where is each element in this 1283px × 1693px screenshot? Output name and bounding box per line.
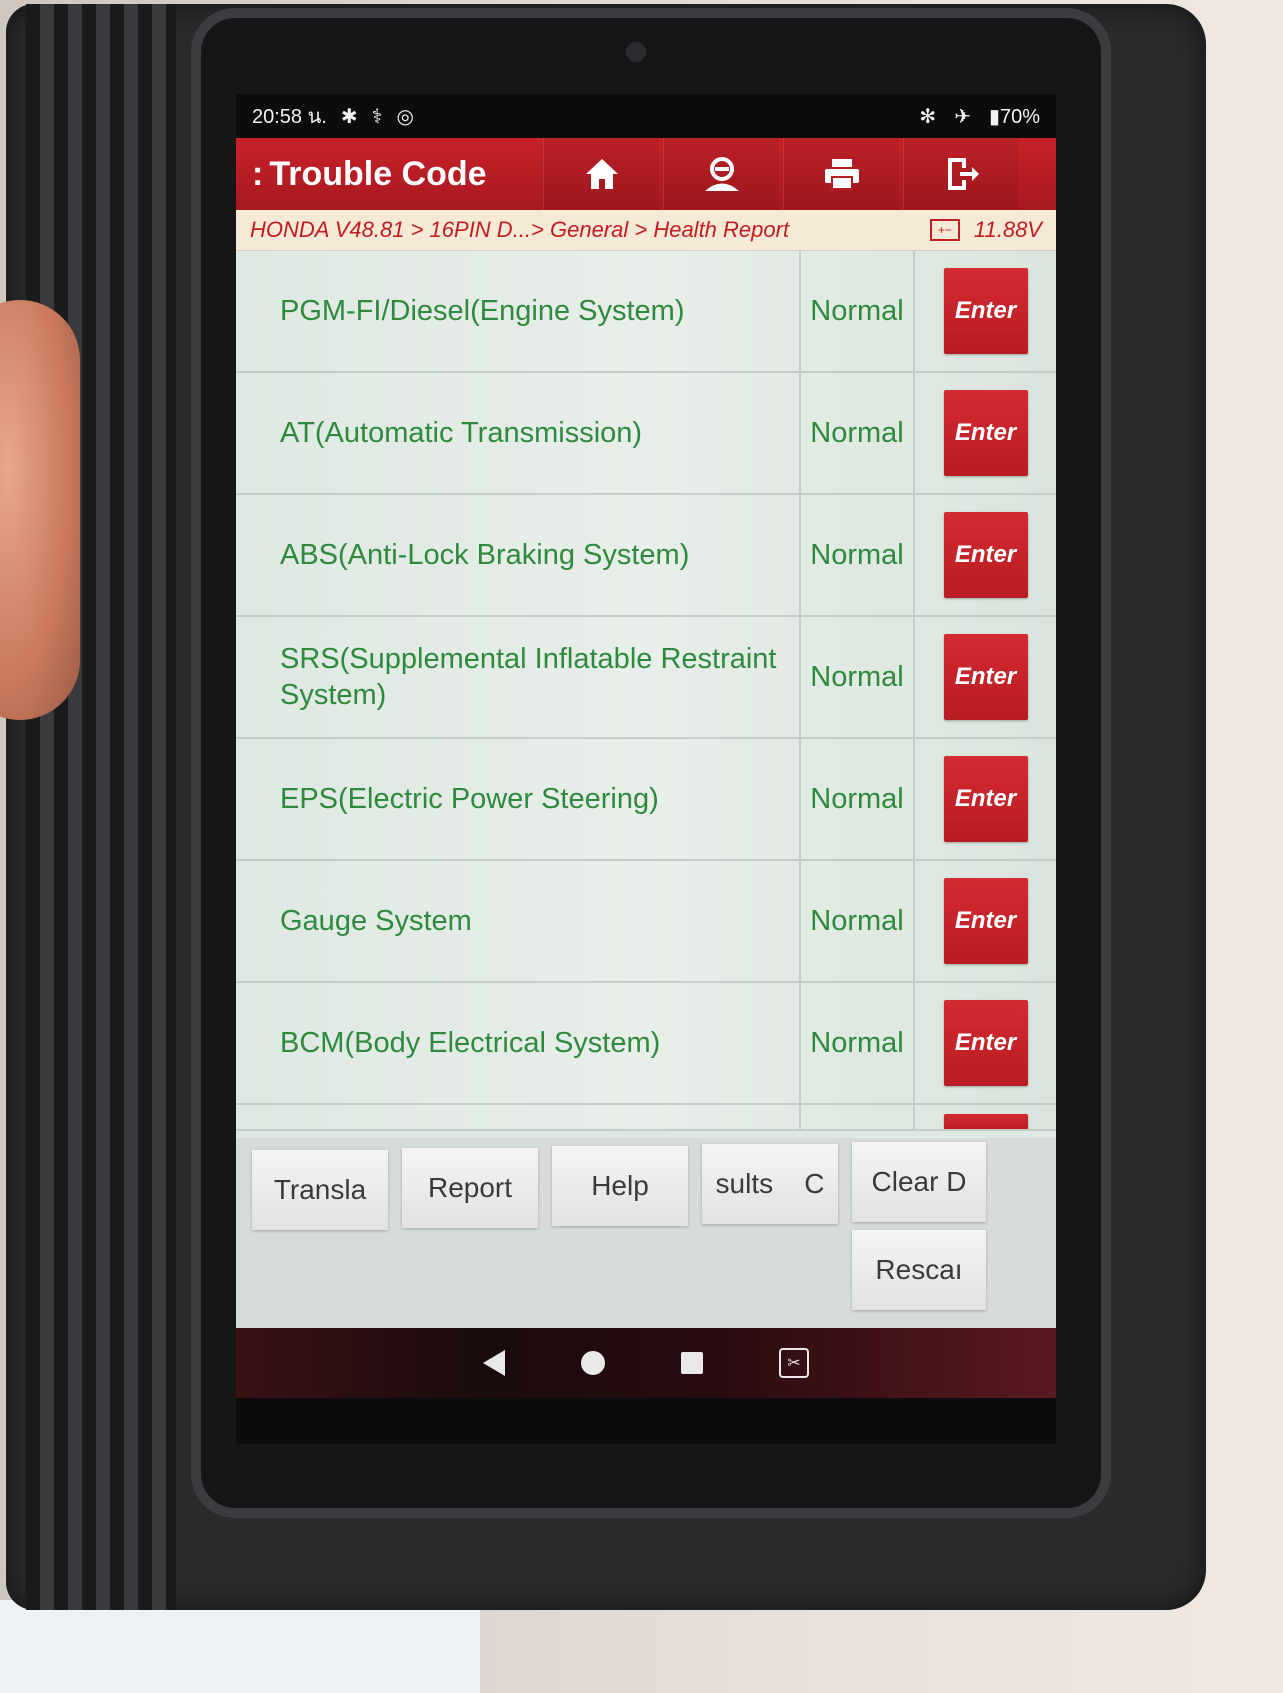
usb-debug-icon: ⚕ <box>371 105 383 128</box>
enter-button[interactable]: Enter <box>943 1000 1028 1086</box>
system-status <box>801 1105 915 1129</box>
user-button[interactable] <box>663 138 780 210</box>
enter-button[interactable]: Enter <box>943 390 1028 476</box>
exit-icon <box>947 158 979 190</box>
system-name: ABS(Anti-Lock Braking System) <box>236 495 801 615</box>
screenshot-scissors-icon[interactable]: ✂ <box>779 1348 809 1378</box>
system-status: Normal <box>801 251 915 371</box>
battery-level: ▮70% <box>989 104 1040 129</box>
enter-button[interactable]: Enter <box>943 878 1028 964</box>
table-row: AT(Automatic Transmission) Normal Enter <box>236 373 1056 495</box>
home-button[interactable] <box>543 138 660 210</box>
battery-icon: ▮ <box>988 105 1000 128</box>
system-status: Normal <box>801 617 915 737</box>
device-grip <box>26 4 176 1610</box>
table-row: SRS(Supplemental Inflatable Restraint Sy… <box>236 617 1056 739</box>
table-row: PGM-FI/Diesel(Engine System) Normal Ente… <box>236 251 1056 373</box>
car-battery-icon: +− <box>929 219 960 241</box>
system-status: Normal <box>801 739 915 859</box>
system-name: PGM-FI/Diesel(Engine System) <box>236 251 801 371</box>
enter-button[interactable]: Enter <box>943 634 1028 720</box>
status-time: 20:58 น. <box>252 106 327 128</box>
system-status: Normal <box>801 373 915 493</box>
breadcrumb-path: HONDA V48.81 > 16PIN D...> General > Hea… <box>250 217 790 242</box>
help-button[interactable]: Help <box>552 1146 688 1226</box>
voltage-indicator: +− 11.88V <box>929 217 1042 243</box>
system-name: EPS(Electric Power Steering) <box>236 739 801 859</box>
battery-percent: 70% <box>999 105 1040 128</box>
settings-gear-icon: ✱ <box>340 105 358 128</box>
enter-button[interactable]: Enter <box>943 268 1028 354</box>
exit-button[interactable] <box>903 138 1020 210</box>
notification-icon: ◎ <box>396 105 414 128</box>
user-icon <box>704 157 739 191</box>
system-name: Gauge System <box>236 861 801 981</box>
report-button[interactable]: Report <box>402 1148 538 1228</box>
rescan-button[interactable]: Rescaı <box>852 1230 986 1310</box>
screen: 20:58 น. ✱ ⚕ ◎ ✻ ✈ ▮70% : Trouble Code H… <box>236 94 1056 1444</box>
airplane-mode-icon: ✈ <box>954 105 971 128</box>
diagnostic-tablet: 20:58 น. ✱ ⚕ ◎ ✻ ✈ ▮70% : Trouble Code H… <box>6 4 1206 1610</box>
nav-home-icon[interactable] <box>581 1351 605 1375</box>
enter-button[interactable]: Enter <box>943 756 1028 842</box>
home-icon <box>585 159 618 189</box>
paper-background <box>0 1600 480 1693</box>
system-status: Normal <box>801 861 915 981</box>
system-status: Normal <box>801 983 915 1103</box>
voltage-value: 11.88V <box>973 217 1042 242</box>
table-row: ABS(Anti-Lock Braking System) Normal Ent… <box>236 495 1056 617</box>
enter-button[interactable]: Enter <box>943 512 1028 598</box>
page-title: Trouble Code <box>269 154 487 193</box>
table-row: Gauge System Normal Enter <box>236 861 1056 983</box>
print-button[interactable] <box>783 138 900 210</box>
app-window: : Trouble Code HONDA V48.81 > 16PIN D...… <box>236 138 1056 1328</box>
status-bar: 20:58 น. ✱ ⚕ ◎ ✻ ✈ ▮70% <box>236 94 1056 138</box>
breadcrumb: HONDA V48.81 > 16PIN D...> General > Hea… <box>236 210 1056 251</box>
nav-back-icon[interactable] <box>483 1350 505 1376</box>
table-row-partial <box>236 1105 1056 1131</box>
system-name: BCM(Body Electrical System) <box>236 983 801 1103</box>
table-row: EPS(Electric Power Steering) Normal Ente… <box>236 739 1056 861</box>
table-row: BCM(Body Electrical System) Normal Enter <box>236 983 1056 1105</box>
bottom-toolbar: Transla Report Help sults C Clear D Resc… <box>236 1138 1056 1328</box>
photo-scene: 20:58 น. ✱ ⚕ ◎ ✻ ✈ ▮70% : Trouble Code H… <box>0 0 1283 1693</box>
system-name: SRS(Supplemental Inflatable Restraint Sy… <box>236 617 801 737</box>
enter-button[interactable] <box>943 1114 1028 1129</box>
holding-finger <box>0 300 80 720</box>
nav-recents-icon[interactable] <box>681 1352 703 1374</box>
system-name <box>236 1105 801 1129</box>
android-nav-bar: ✂ <box>236 1328 1056 1398</box>
system-table: PGM-FI/Diesel(Engine System) Normal Ente… <box>236 251 1056 1131</box>
system-name: AT(Automatic Transmission) <box>236 373 801 493</box>
back-button[interactable]: : <box>236 155 269 194</box>
translate-button[interactable]: Transla <box>252 1150 388 1230</box>
title-bar: : Trouble Code <box>236 138 1056 210</box>
results-button[interactable]: sults C <box>702 1144 838 1224</box>
front-camera <box>626 42 646 62</box>
clear-dtc-button[interactable]: Clear D <box>852 1142 986 1222</box>
print-icon <box>824 159 859 190</box>
system-status: Normal <box>801 495 915 615</box>
bluetooth-icon: ✻ <box>919 105 937 128</box>
